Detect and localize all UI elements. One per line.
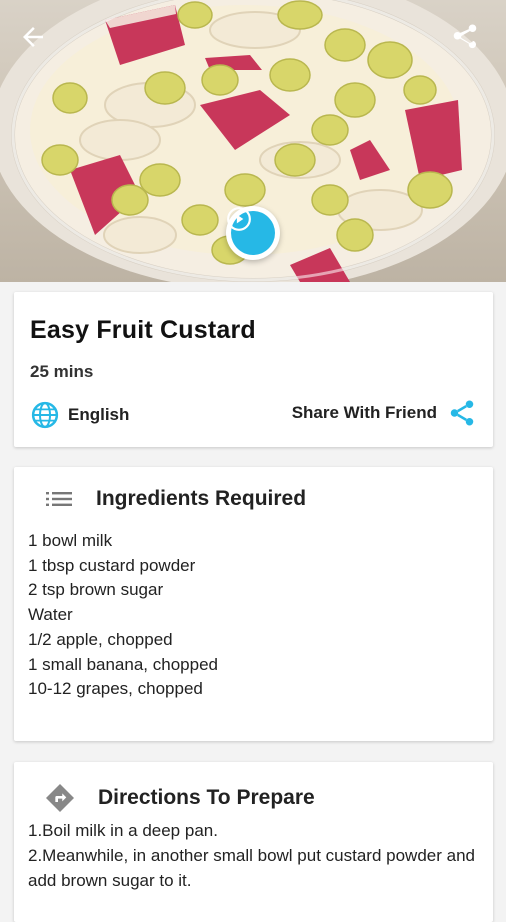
- back-button[interactable]: [18, 22, 58, 62]
- recipe-hero-image: [0, 0, 506, 282]
- play-button-circle: [227, 207, 275, 255]
- share-with-friend-label: Share With Friend: [291, 403, 437, 422]
- ingredient-item: 1 bowl milk: [28, 531, 113, 550]
- language-label: English: [68, 405, 130, 424]
- play-video-button[interactable]: [226, 206, 280, 260]
- recipe-info-card: Easy Fruit Custard 25 mins English Share…: [14, 292, 493, 447]
- directions-heading: Directions To Prepare: [98, 786, 315, 809]
- cook-time: 25 mins: [30, 362, 94, 381]
- directions-card: Directions To Prepare 1.Boil milk in a d…: [14, 762, 493, 922]
- list-icon: [46, 492, 72, 506]
- share-icon: [453, 24, 477, 49]
- language-selector[interactable]: English: [30, 400, 129, 430]
- ingredient-item: 2 tsp brown sugar: [28, 580, 164, 600]
- ingredient-item: Water: [28, 605, 73, 625]
- direction-step: 1.Boil milk in a deep pan.: [28, 821, 218, 840]
- ingredients-card: Ingredients Required 1 bowl milk 1 tbsp …: [14, 467, 493, 741]
- play-icon: [227, 207, 251, 231]
- ingredient-item: 1/2 apple, chopped: [28, 629, 173, 649]
- share-button[interactable]: [450, 22, 490, 62]
- share-with-friend-button[interactable]: Share With Friend: [292, 398, 477, 428]
- direction-step: 2.Meanwhile, in another small bowl put c…: [28, 846, 475, 890]
- ingredient-item: 1 tbsp custard powder: [28, 555, 196, 575]
- directions-header: Directions To Prepare: [44, 782, 315, 814]
- arrow-left-icon: [23, 27, 43, 47]
- ingredient-item: 10-12 grapes, chopped: [28, 679, 203, 699]
- directions-icon: [46, 784, 74, 812]
- globe-icon: [31, 401, 59, 429]
- share-icon: [450, 400, 474, 426]
- ingredients-list: 1 bowl milk 1 tbsp custard powder 2 tsp …: [28, 529, 218, 702]
- ingredients-heading: Ingredients Required: [96, 487, 307, 510]
- ingredients-header: Ingredients Required: [44, 487, 306, 511]
- ingredient-item: 1 small banana, chopped: [28, 654, 218, 674]
- recipe-title: Easy Fruit Custard: [30, 316, 256, 344]
- directions-steps: 1.Boil milk in a deep pan. 2.Meanwhile, …: [28, 818, 483, 893]
